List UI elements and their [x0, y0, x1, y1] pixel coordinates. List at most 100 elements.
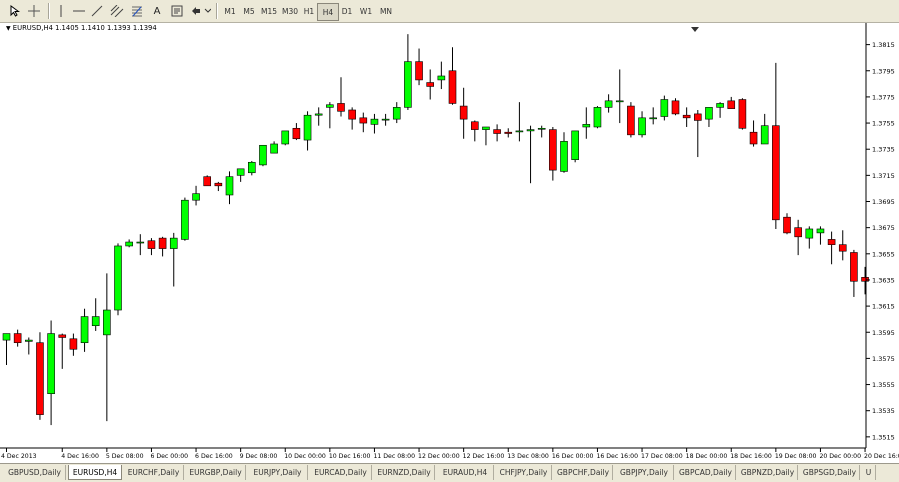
timeframe-m1-button[interactable]: M1	[220, 3, 240, 19]
text-icon[interactable]: A	[148, 3, 166, 19]
candle-body-bear	[772, 125, 780, 221]
candle	[392, 102, 401, 124]
candle-body-bull	[805, 228, 814, 239]
candle-body-bull	[370, 118, 379, 125]
candle-body-bull	[114, 245, 122, 311]
candle	[80, 308, 89, 352]
chart-tab[interactable]: EURCAD,Daily	[310, 465, 372, 480]
candle	[225, 171, 234, 205]
crosshair-icon[interactable]	[25, 3, 43, 19]
candle-body-bear	[13, 333, 22, 344]
candle-body-bear	[69, 338, 78, 350]
candle	[404, 34, 412, 110]
candle	[537, 125, 546, 138]
x-tick-label: 19 Dec 08:00	[775, 453, 817, 460]
chart-tab[interactable]: CHFJPY,Daily	[496, 465, 552, 480]
x-tick-label: 18 Dec 16:00	[730, 453, 772, 460]
arrows-icon[interactable]	[188, 3, 212, 19]
chart-tab[interactable]: GBPCAD,Daily	[676, 465, 736, 480]
candle	[549, 126, 557, 181]
candle	[671, 98, 680, 116]
chart-tab[interactable]: GBPNZD,Daily	[738, 465, 798, 480]
candle-body-bull	[381, 118, 390, 121]
cursor-icon[interactable]	[6, 3, 24, 19]
candle	[147, 238, 156, 256]
timeframe-w1-button[interactable]: W1	[357, 3, 375, 19]
x-tick-label: 4 Dec 16:00	[61, 453, 99, 460]
chart-tab[interactable]: EURJPY,Daily	[248, 465, 308, 480]
candle	[850, 249, 858, 297]
candle-body-bear	[838, 244, 847, 252]
timeframe-m30-button[interactable]: M30	[279, 3, 301, 19]
candle	[36, 332, 44, 420]
chart-tab[interactable]: EURCHF,Daily	[124, 465, 184, 480]
chart-tab[interactable]: EURUSD,H4	[68, 465, 122, 480]
y-tick-label: 1.3655	[872, 250, 895, 258]
candle	[214, 181, 223, 192]
candle-body-bear	[147, 240, 156, 249]
candles	[2, 34, 869, 426]
candle-body-bull	[125, 241, 133, 247]
chart-tab[interactable]: GBPJPY,Daily	[615, 465, 674, 480]
time-axis: 4 Dec 2013 4 Dec 16:00 5 Dec 08:00 6 Dec 00…	[1, 448, 899, 460]
candle	[816, 226, 825, 245]
candle-body-bull	[816, 228, 825, 234]
timeframe-d1-button[interactable]: D1	[337, 3, 357, 19]
chart-shift-marker	[691, 27, 699, 32]
candle-body-bear	[470, 121, 479, 130]
label-icon[interactable]	[168, 3, 186, 19]
candle-body-bear	[682, 114, 691, 119]
y-tick-label: 1.3595	[872, 329, 895, 337]
y-tick-label: 1.3735	[872, 146, 895, 154]
candle	[292, 123, 301, 141]
fibonacci-icon[interactable]	[128, 3, 146, 19]
candle	[560, 132, 568, 173]
candle	[136, 234, 145, 256]
candle-body-bull	[24, 339, 33, 342]
y-tick-label: 1.3555	[872, 381, 895, 389]
chart-tab[interactable]: EURNZD,Daily	[374, 465, 435, 480]
candle-body-bull	[660, 99, 669, 117]
chart-tab[interactable]: GBPSGD,Daily	[800, 465, 860, 480]
candlestick-chart[interactable]: 1.3815 1.3795 1.3775 1.3755 1.3735 1.3715 1.36…	[0, 23, 899, 463]
candle	[660, 95, 669, 121]
candle	[749, 120, 758, 147]
trendline-icon[interactable]	[88, 3, 106, 19]
y-tick-label: 1.3515	[872, 433, 895, 441]
candle	[649, 107, 658, 125]
candle-body-bull	[560, 141, 568, 172]
candle	[326, 102, 334, 129]
timeframe-m15-button[interactable]: M15	[258, 3, 280, 19]
y-tick-label: 1.3675	[872, 224, 895, 232]
chart-tab[interactable]: GBPCHF,Daily	[554, 465, 613, 480]
candle-body-bear	[738, 99, 747, 129]
candle	[827, 231, 836, 265]
timeframe-h4-button[interactable]: H4	[317, 3, 339, 21]
y-tick-label: 1.3635	[872, 276, 895, 284]
vertical-line-icon[interactable]	[52, 3, 70, 19]
candle	[236, 168, 245, 182]
candle-body-bull	[225, 176, 234, 196]
candle	[615, 69, 624, 124]
chart-tab[interactable]: U	[862, 465, 876, 480]
candle-body-bear	[627, 105, 635, 136]
timeframe-h1-button[interactable]: H1	[300, 3, 318, 19]
candle-body-bull	[259, 144, 267, 166]
horizontal-line-icon[interactable]	[70, 3, 88, 19]
candle	[415, 48, 423, 86]
chart-tab[interactable]: EURAUD,H4	[437, 465, 494, 480]
chart-window[interactable]: 1.3815 1.3795 1.3775 1.3755 1.3735 1.3715 1.36…	[0, 23, 899, 463]
timeframe-m5-button[interactable]: M5	[239, 3, 259, 19]
candle	[794, 219, 802, 256]
candle	[91, 298, 100, 331]
timeframe-mn-button[interactable]: MN	[375, 3, 397, 19]
candle-body-bull	[571, 130, 579, 160]
candle	[203, 175, 211, 187]
x-tick-label: 18 Dec 00:00	[686, 453, 728, 460]
channel-icon[interactable]	[108, 3, 126, 19]
x-tick-label: 16 Dec 16:00	[596, 453, 638, 460]
chart-tab[interactable]: GBPUSD,Daily	[4, 465, 66, 480]
candle	[437, 61, 446, 90]
chart-tab[interactable]: EURGBP,Daily	[186, 465, 246, 480]
candle	[58, 333, 67, 369]
